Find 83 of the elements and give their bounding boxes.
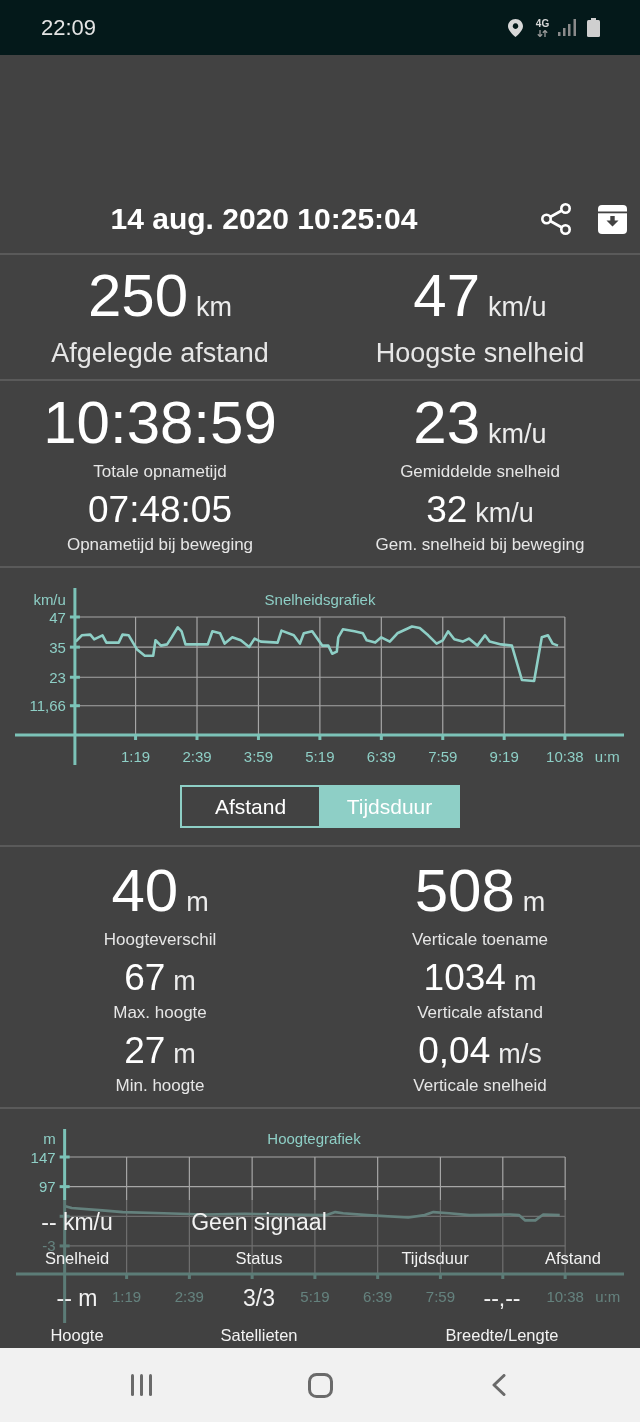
axis-label: km/u xyxy=(33,590,66,608)
live-label: Tijdsduur xyxy=(401,1249,469,1269)
axis-label: u:m xyxy=(595,1287,621,1305)
tick-label: 7:59 xyxy=(428,747,458,765)
tick-label: 1:19 xyxy=(112,1287,142,1305)
stat-label: Gemiddelde snelheid xyxy=(400,462,560,482)
stat-value: 27 xyxy=(124,1031,166,1071)
stat-label: Verticale snelheid xyxy=(413,1076,547,1096)
share-icon[interactable] xyxy=(541,203,571,235)
live-label: Status xyxy=(235,1249,283,1269)
stat-value: 250 xyxy=(87,266,189,326)
stat-unit: km/u xyxy=(488,292,547,322)
stat-label: Opnametijd bij beweging xyxy=(66,535,254,555)
stat-unit: km/u xyxy=(475,498,534,528)
stat-value: 07:48:05 xyxy=(88,490,232,530)
stat-label: Afgelegde afstand xyxy=(51,337,269,369)
tick-label: 11,66 xyxy=(29,697,66,715)
chart-title: Snelheidsgrafiek xyxy=(264,590,376,608)
tick-label: 6:39 xyxy=(366,747,396,765)
recording-date: 14 aug. 2020 10:25:04 xyxy=(110,204,418,234)
stat-value: 1034 xyxy=(423,958,506,998)
tick-label: 2:39 xyxy=(174,1287,204,1305)
tick-label: 23 xyxy=(49,668,66,686)
stat-unit: m/s xyxy=(498,1039,542,1069)
stat-unit: m xyxy=(173,966,196,996)
live-value: -- m xyxy=(56,1285,98,1313)
tick-label: 9:19 xyxy=(489,747,519,765)
tick-label: 5:19 xyxy=(305,747,335,765)
network-type: 4G xyxy=(535,18,550,29)
stat-label: Hoogste snelheid xyxy=(375,337,585,369)
live-label: Hoogte xyxy=(50,1326,104,1346)
recents-icon[interactable] xyxy=(131,1374,152,1396)
tick-label: 3:59 xyxy=(243,747,274,765)
tick-label: 147 xyxy=(30,1148,56,1166)
stat-unit: m xyxy=(173,1039,196,1069)
data-arrows-icon xyxy=(537,29,548,37)
stat-value: 32 xyxy=(426,490,468,530)
tick-label: 35 xyxy=(49,638,66,656)
stat-unit: km xyxy=(196,292,233,322)
signal-bars-icon xyxy=(558,19,576,36)
live-value: Geen signaal xyxy=(191,1209,327,1237)
live-label: Afstand xyxy=(545,1249,601,1269)
stat-value: 0,04 xyxy=(418,1031,491,1071)
axis-label: u:m xyxy=(594,747,620,765)
stat-label: Totale opnametijd xyxy=(93,462,227,482)
stat-label: Verticale toename xyxy=(411,930,549,950)
stat-unit: m xyxy=(522,887,546,917)
tick-label: 7:59 xyxy=(425,1287,455,1305)
stat-label: Max. hoogte xyxy=(113,1003,207,1023)
tick-label: 47 xyxy=(49,608,66,626)
stat-label: Min. hoogte xyxy=(115,1076,205,1096)
live-value: -- km/u xyxy=(41,1209,113,1237)
stat-value: 47 xyxy=(413,266,481,326)
tick-label: 2:39 xyxy=(182,747,212,765)
stat-unit: m xyxy=(513,966,537,996)
stat-unit: m xyxy=(186,887,209,917)
stat-value: 67 xyxy=(124,958,166,998)
stat-value: 508 xyxy=(414,861,515,921)
tick-label: 6:39 xyxy=(363,1287,393,1305)
stat-unit: km/u xyxy=(488,419,547,449)
archive-icon[interactable] xyxy=(598,204,627,234)
tick-label: 1:19 xyxy=(120,747,151,765)
chart-title: Hoogtegrafiek xyxy=(267,1129,361,1147)
live-value: --,-- xyxy=(483,1285,521,1313)
tick-label: 5:19 xyxy=(300,1287,330,1305)
status-time: 22:09 xyxy=(41,16,97,39)
live-value: 3/3 xyxy=(243,1285,275,1313)
back-icon[interactable] xyxy=(492,1374,506,1396)
tick-label: 10:38 xyxy=(546,747,584,765)
live-label: Breedte/Lengte xyxy=(445,1326,559,1346)
tick-label: 97 xyxy=(38,1178,56,1196)
axis-label: m xyxy=(43,1129,56,1147)
stat-label: Hoogteverschil xyxy=(103,930,217,950)
battery-icon xyxy=(587,18,600,37)
stat-label: Gem. snelheid bij beweging xyxy=(375,535,585,555)
home-icon[interactable] xyxy=(308,1372,333,1398)
tick-label: 10:38 xyxy=(546,1287,584,1305)
stat-value: 10:38:59 xyxy=(43,393,277,453)
location-pin-icon xyxy=(508,18,523,37)
live-label: Satellieten xyxy=(220,1326,298,1346)
stat-value: 40 xyxy=(111,861,179,921)
stat-label: Verticale afstand xyxy=(417,1003,543,1023)
stat-value: 23 xyxy=(413,393,481,453)
